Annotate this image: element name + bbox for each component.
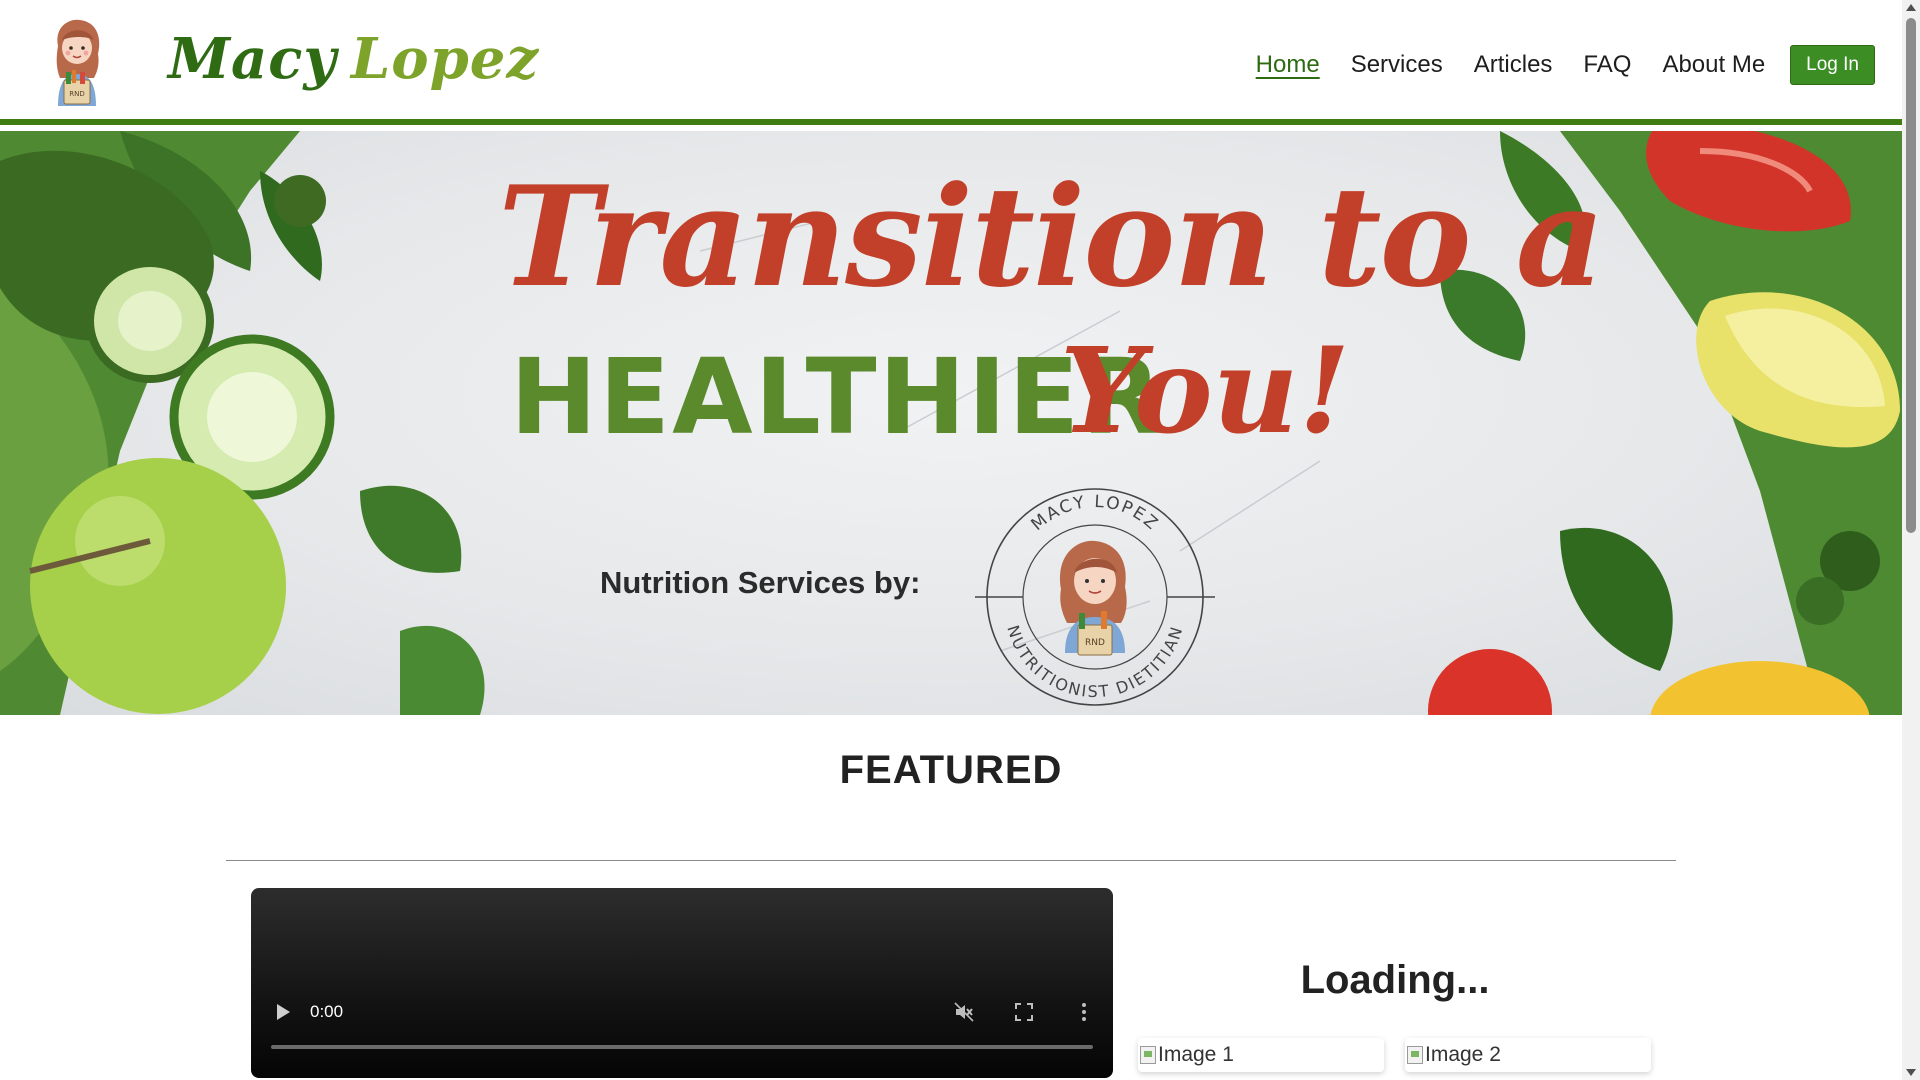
video-controls: 0:00 bbox=[269, 1001, 1095, 1023]
muted-speaker-icon[interactable] bbox=[953, 1001, 975, 1023]
broken-image-icon bbox=[1407, 1046, 1423, 1064]
site-header: RND Macy Lopez Home Services Articles FAQ… bbox=[0, 0, 1902, 125]
nutritionist-seal-logo: MACY LOPEZ NUTRITIONIST DIETITIAN RND bbox=[975, 488, 1215, 706]
video-time: 0:00 bbox=[310, 1002, 344, 1021]
nav-services[interactable]: Services bbox=[1351, 51, 1443, 79]
logo-avatar-icon[interactable]: RND bbox=[44, 16, 110, 108]
brand-first-name: Macy bbox=[168, 26, 337, 92]
section-divider bbox=[226, 860, 1676, 861]
hero-banner: Transition to a HEALTHIER You! Nutrition… bbox=[0, 131, 1902, 715]
brand-logo[interactable]: Macy Lopez bbox=[168, 26, 539, 92]
scroll-up-arrow-icon[interactable] bbox=[1906, 4, 1916, 11]
nav-articles[interactable]: Articles bbox=[1474, 51, 1553, 79]
nav-about-me[interactable]: About Me bbox=[1662, 51, 1765, 79]
loading-text: Loading... bbox=[1300, 958, 1490, 1002]
brand-last-name: Lopez bbox=[350, 26, 540, 92]
main-nav: Home Services Articles FAQ About Me Log … bbox=[1225, 45, 1875, 85]
featured-image-2[interactable]: Image 2 bbox=[1405, 1038, 1651, 1072]
broken-image-icon bbox=[1140, 1046, 1156, 1064]
featured-video-player[interactable]: 0:00 bbox=[251, 888, 1113, 1078]
page-scrollbar[interactable] bbox=[1902, 0, 1920, 1080]
play-icon[interactable] bbox=[277, 1004, 290, 1020]
login-button[interactable]: Log In bbox=[1790, 45, 1875, 85]
scroll-down-arrow-icon[interactable] bbox=[1906, 1069, 1916, 1076]
seal-top-text: MACY LOPEZ bbox=[1028, 492, 1161, 535]
image-alt-text: Image 2 bbox=[1425, 1043, 1501, 1066]
hero-headline-you: You! bbox=[1060, 321, 1351, 460]
video-progress-bar[interactable] bbox=[271, 1045, 1093, 1049]
nav-faq[interactable]: FAQ bbox=[1583, 51, 1631, 79]
hero-subtitle: Nutrition Services by: bbox=[600, 565, 921, 600]
kebab-menu-icon[interactable] bbox=[1073, 1001, 1095, 1023]
fullscreen-icon[interactable] bbox=[1013, 1001, 1035, 1023]
svg-text:MACY LOPEZ: MACY LOPEZ bbox=[1028, 492, 1163, 535]
nav-home[interactable]: Home bbox=[1256, 51, 1320, 79]
featured-image-1[interactable]: Image 1 bbox=[1138, 1038, 1384, 1072]
svg-text:RND: RND bbox=[69, 90, 85, 98]
scrollbar-thumb[interactable] bbox=[1906, 18, 1916, 533]
image-alt-text: Image 1 bbox=[1158, 1043, 1234, 1066]
hero-headline-line1: Transition to a bbox=[498, 155, 1605, 318]
featured-heading: FEATURED bbox=[839, 748, 1063, 792]
seal-badge: RND bbox=[1085, 638, 1105, 648]
